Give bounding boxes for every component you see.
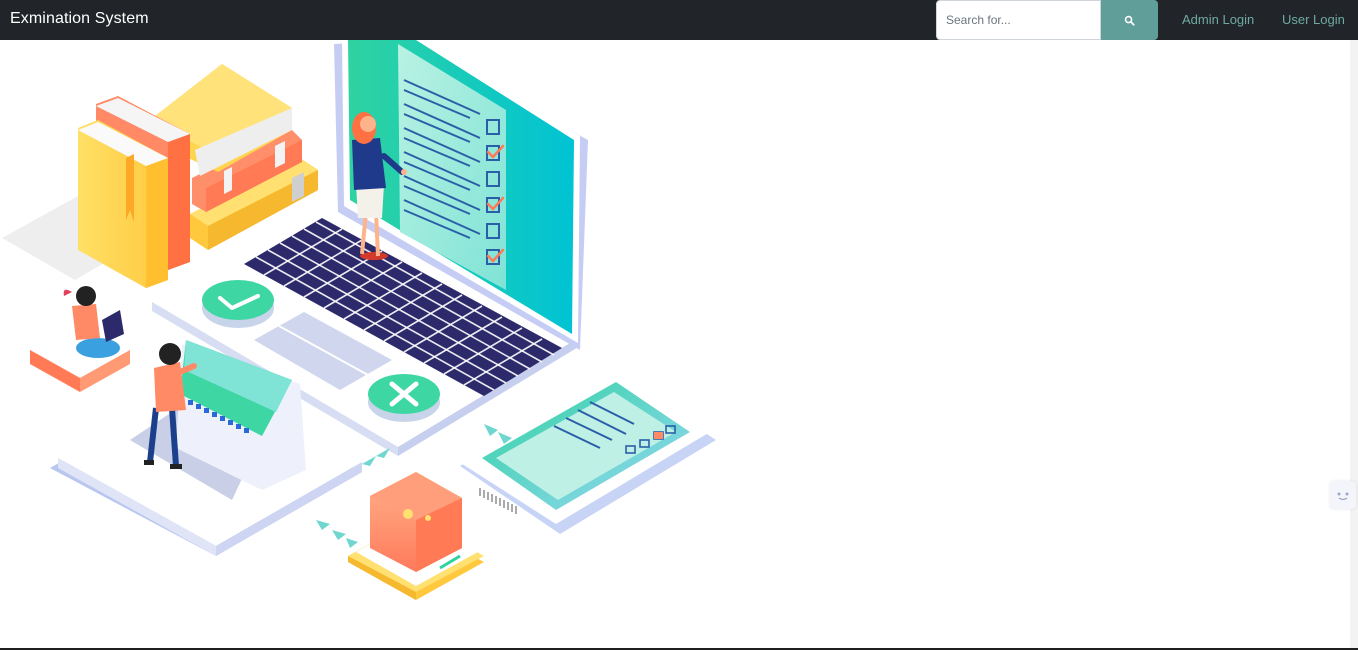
- top-navbar: Exmination System Admin Login User Login: [0, 0, 1358, 40]
- page-scroll-edge: [1350, 40, 1358, 648]
- brand-link[interactable]: Exmination System: [10, 10, 149, 28]
- check-badge: [202, 280, 274, 328]
- side-widget-button[interactable]: [1330, 481, 1356, 509]
- cross-badge: [368, 374, 440, 422]
- search-button[interactable]: [1101, 0, 1158, 40]
- seated-woman-figure: [30, 286, 130, 392]
- widget-face-icon: [1337, 492, 1349, 501]
- gift-box: [348, 472, 484, 600]
- search-icon: [1124, 15, 1135, 26]
- hero-illustration: [2, 40, 716, 600]
- admin-login-link[interactable]: Admin Login: [1182, 12, 1254, 27]
- user-login-link[interactable]: User Login: [1282, 12, 1345, 27]
- search-input[interactable]: [936, 0, 1101, 40]
- search-form: [936, 0, 1158, 40]
